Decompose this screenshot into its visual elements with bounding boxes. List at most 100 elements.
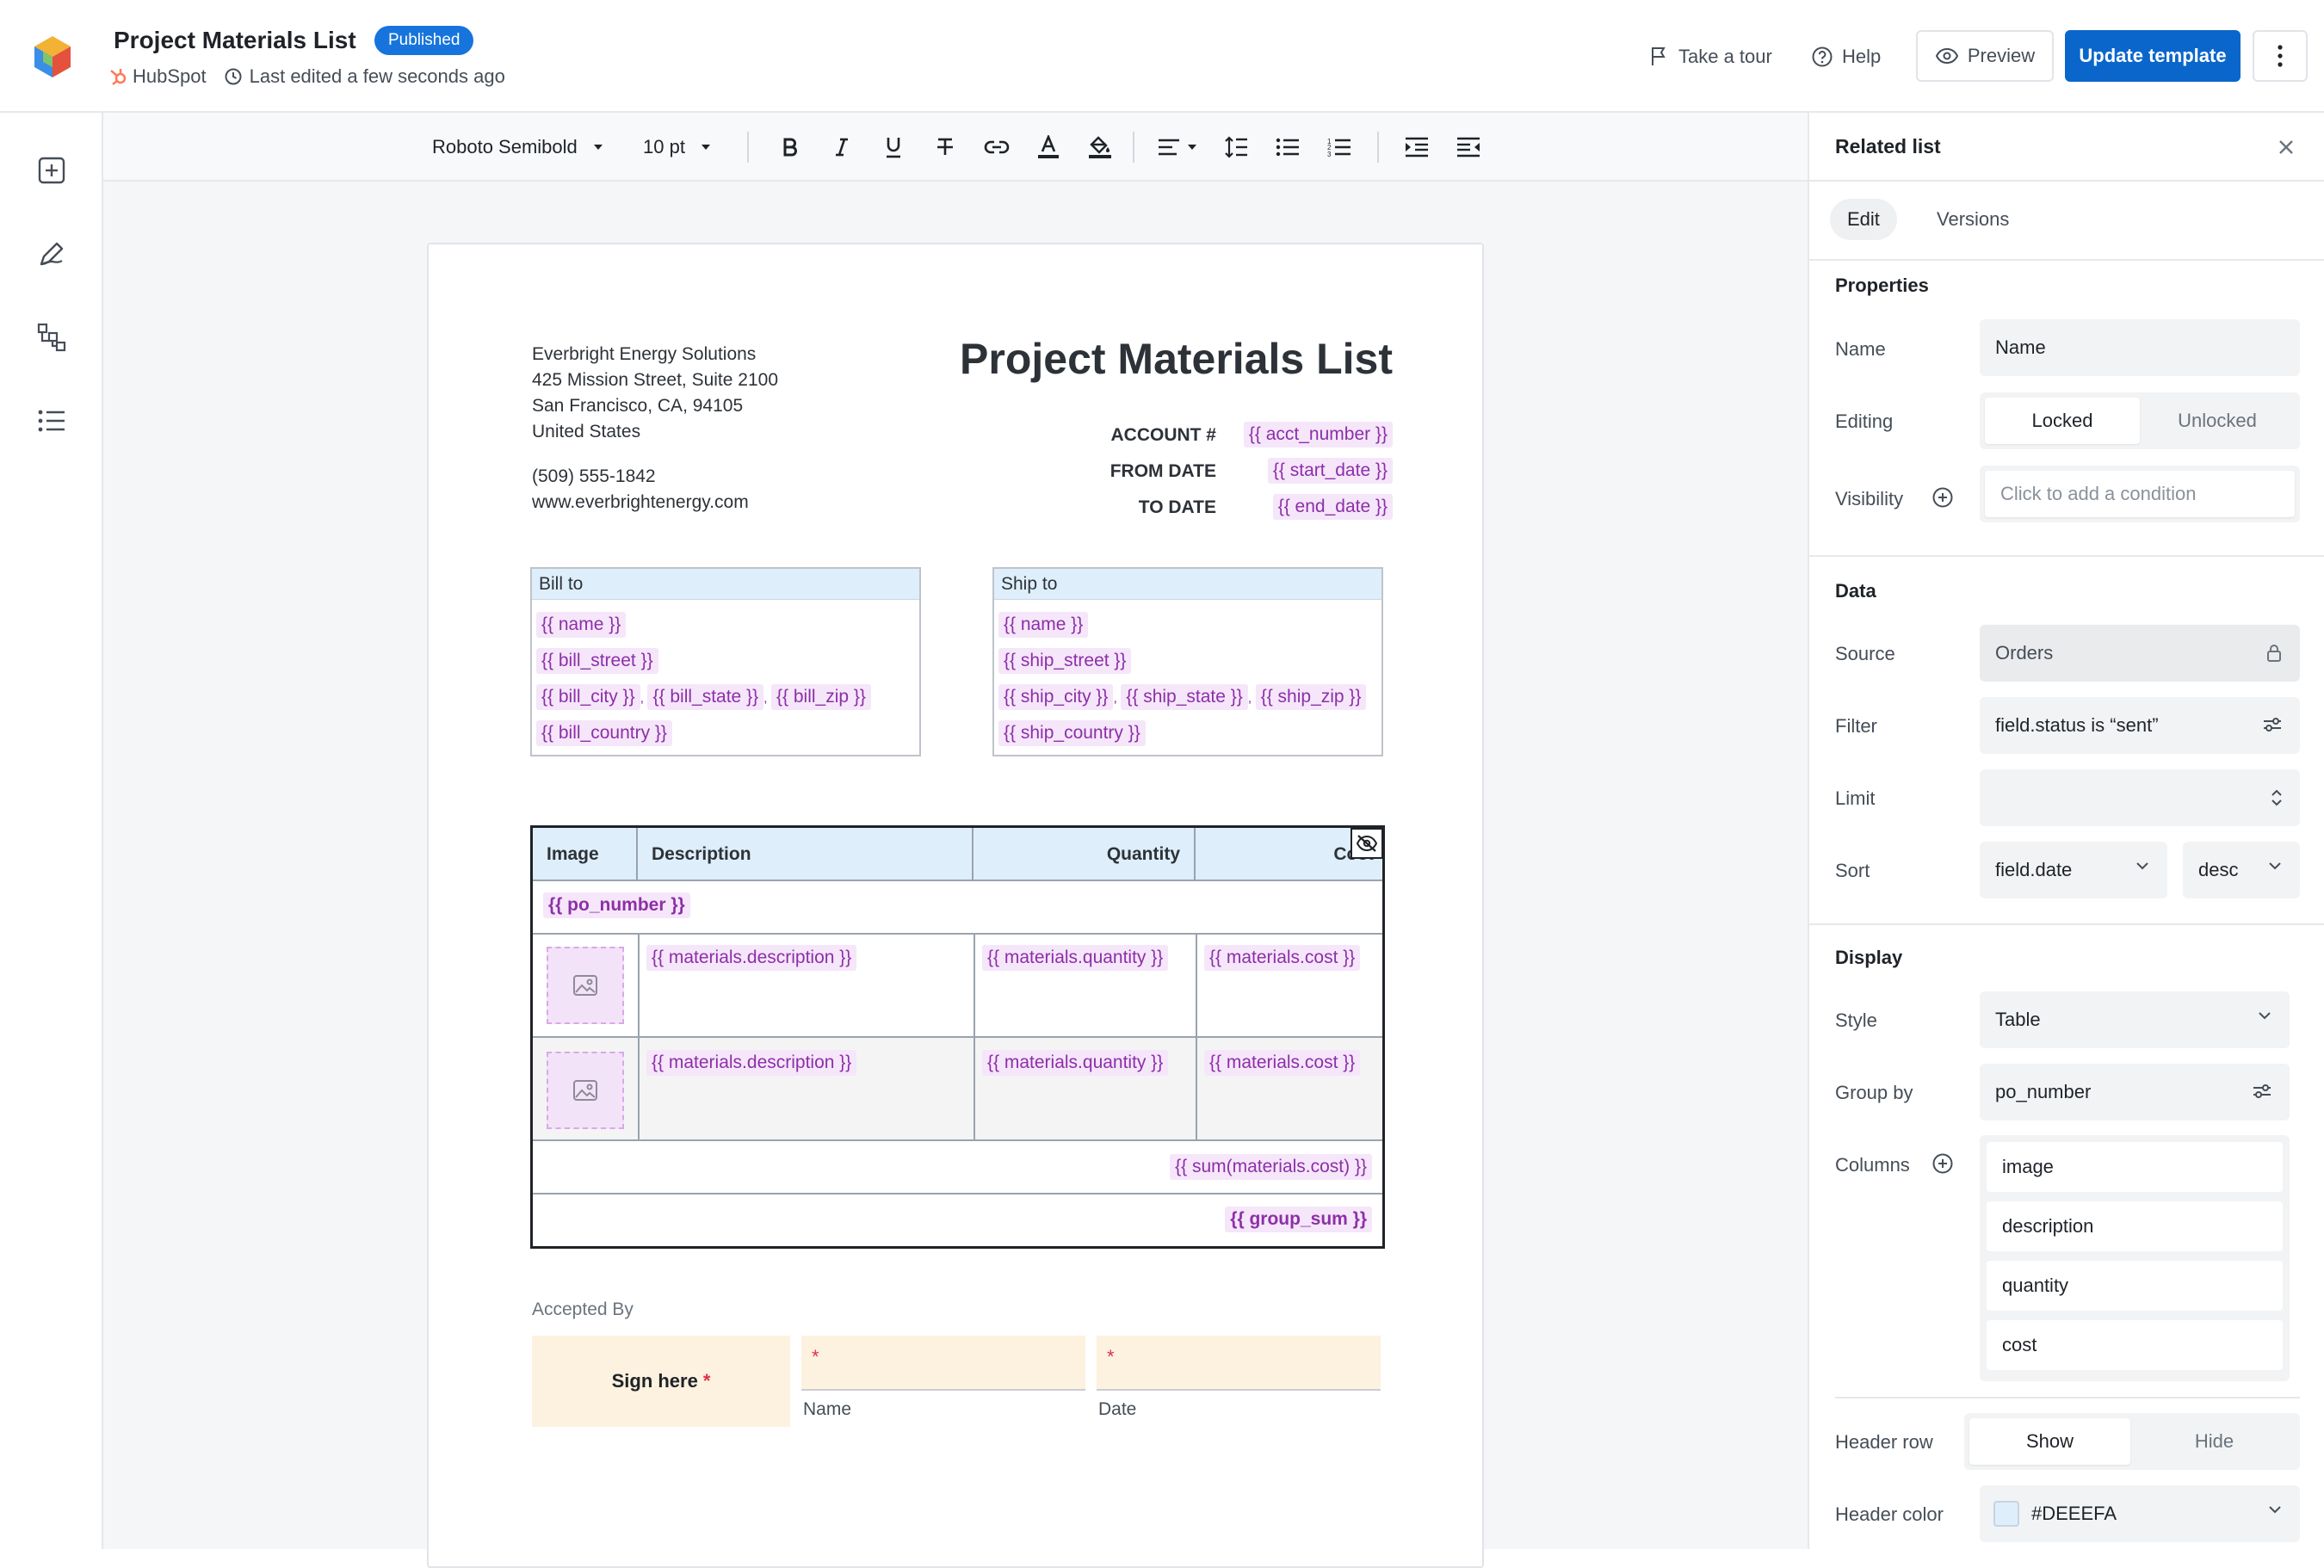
add-visibility-button[interactable] bbox=[1932, 486, 1954, 509]
ship-to-heading: Ship to bbox=[994, 569, 1381, 600]
font-size-select[interactable]: 10 pt bbox=[643, 132, 711, 163]
name-input[interactable]: Name bbox=[1980, 319, 2300, 376]
group-by-field[interactable]: po_number bbox=[1980, 1064, 2290, 1120]
eye-icon bbox=[1935, 47, 1958, 65]
text-color-button[interactable] bbox=[1033, 132, 1064, 163]
document-title[interactable]: Project Materials List bbox=[945, 334, 1393, 384]
merge-tag[interactable]: {{ materials.quantity }} bbox=[982, 945, 1169, 971]
merge-tag[interactable]: {{ materials.description }} bbox=[646, 1050, 857, 1076]
bill-to-box[interactable]: Bill to {{ name }} {{ bill_street }} {{ … bbox=[530, 567, 921, 756]
link-button[interactable] bbox=[981, 132, 1012, 163]
merge-tag[interactable]: {{ group_sum }} bbox=[1225, 1207, 1372, 1232]
chevron-down-icon bbox=[2267, 861, 2283, 871]
update-template-button[interactable]: Update template bbox=[2065, 30, 2241, 82]
add-block-button[interactable] bbox=[33, 151, 71, 189]
column-item-quantity[interactable]: quantity bbox=[1987, 1261, 2283, 1311]
header-color-value: #DEEEFA bbox=[2031, 1503, 2117, 1524]
header-row-hide-option[interactable]: Hide bbox=[2134, 1418, 2295, 1465]
filter-field[interactable]: field.status is “sent” bbox=[1980, 697, 2300, 754]
merge-tag[interactable]: {{ end_date }} bbox=[1272, 494, 1393, 520]
signature-field[interactable]: Sign here * bbox=[532, 1336, 790, 1427]
merge-tag[interactable]: {{ bill_zip }} bbox=[770, 684, 871, 710]
column-item-image[interactable]: image bbox=[1987, 1142, 2283, 1192]
image-placeholder[interactable] bbox=[547, 1052, 624, 1129]
chevron-down-icon bbox=[2267, 1504, 2283, 1515]
font-family-select[interactable]: Roboto Semibold bbox=[432, 132, 603, 163]
strikethrough-button[interactable] bbox=[930, 132, 961, 163]
merge-tag[interactable]: {{ materials.quantity }} bbox=[982, 1050, 1169, 1076]
merge-tag[interactable]: {{ sum(materials.cost) }} bbox=[1170, 1154, 1372, 1180]
hide-header-button[interactable] bbox=[1351, 828, 1382, 859]
tab-versions[interactable]: Versions bbox=[1919, 199, 2026, 240]
numbered-list-button[interactable]: 123 bbox=[1324, 132, 1355, 163]
align-select[interactable] bbox=[1153, 132, 1202, 163]
merge-tag[interactable]: {{ bill_city }} bbox=[536, 684, 640, 710]
highlight-color-button[interactable] bbox=[1085, 132, 1116, 163]
signer-name-field[interactable]: * bbox=[801, 1336, 1085, 1391]
column-item-cost[interactable]: cost bbox=[1987, 1320, 2283, 1370]
meta-from-date[interactable]: FROM DATE {{ start_date }} bbox=[962, 456, 1393, 485]
merge-tag[interactable]: {{ bill_state }} bbox=[647, 684, 764, 710]
merge-tag[interactable]: {{ acct_number }} bbox=[1243, 422, 1393, 448]
close-panel-button[interactable] bbox=[2274, 135, 2298, 159]
merge-tag[interactable]: {{ materials.cost }} bbox=[1204, 1050, 1361, 1076]
merge-tag[interactable]: {{ ship_city }} bbox=[998, 684, 1114, 710]
align-left-icon bbox=[1159, 139, 1179, 156]
header-color-select[interactable]: #DEEEFA bbox=[1980, 1485, 2300, 1542]
header-color-label: Header color bbox=[1835, 1503, 1944, 1525]
meta-to-date[interactable]: TO DATE {{ end_date }} bbox=[962, 492, 1393, 522]
visibility-condition-input[interactable]: Click to add a condition bbox=[1985, 471, 2295, 517]
line-height-button[interactable] bbox=[1221, 132, 1252, 163]
italic-button[interactable] bbox=[826, 132, 857, 163]
merge-tag[interactable]: {{ po_number }} bbox=[543, 892, 690, 918]
list-button[interactable] bbox=[33, 402, 71, 440]
column-header-image[interactable]: Image bbox=[533, 828, 638, 881]
column-item-description[interactable]: description bbox=[1987, 1201, 2283, 1251]
take-tour-button[interactable]: Take a tour bbox=[1647, 34, 1772, 79]
column-header-description[interactable]: Description bbox=[638, 828, 973, 881]
source-value: Orders bbox=[1995, 642, 2054, 664]
edit-button[interactable] bbox=[33, 235, 71, 273]
merge-tag[interactable]: {{ ship_street }} bbox=[998, 648, 1132, 674]
sign-date-field[interactable]: * bbox=[1097, 1336, 1381, 1391]
merge-tag[interactable]: {{ start_date }} bbox=[1267, 458, 1393, 484]
merge-tag[interactable]: {{ bill_street }} bbox=[536, 648, 658, 674]
outdent-button[interactable] bbox=[1453, 132, 1484, 163]
style-value: Table bbox=[1995, 1009, 2041, 1030]
company-name: Everbright Energy Solutions bbox=[532, 344, 757, 364]
image-placeholder[interactable] bbox=[547, 947, 624, 1024]
editing-toggle: Locked Unlocked bbox=[1980, 392, 2300, 449]
column-divider bbox=[973, 933, 975, 1141]
editing-locked-option[interactable]: Locked bbox=[1985, 398, 2140, 444]
merge-tag[interactable]: {{ name }} bbox=[536, 612, 627, 638]
tab-edit[interactable]: Edit bbox=[1830, 199, 1897, 240]
structure-button[interactable] bbox=[33, 318, 71, 356]
source-label: HubSpot bbox=[133, 65, 207, 87]
more-options-button[interactable] bbox=[2253, 30, 2308, 82]
add-column-button[interactable] bbox=[1932, 1152, 1954, 1175]
limit-stepper[interactable] bbox=[1980, 769, 2300, 826]
merge-tag[interactable]: {{ materials.description }} bbox=[646, 945, 857, 971]
merge-tag[interactable]: {{ ship_country }} bbox=[998, 720, 1146, 746]
help-button[interactable]: Help bbox=[1811, 34, 1881, 79]
style-select[interactable]: Table bbox=[1980, 991, 2290, 1048]
ship-to-box[interactable]: Ship to {{ name }} {{ ship_street }} {{ … bbox=[992, 567, 1383, 756]
header-row-show-option[interactable]: Show bbox=[1969, 1418, 2130, 1465]
editing-unlocked-option[interactable]: Unlocked bbox=[2140, 398, 2295, 444]
merge-tag[interactable]: {{ ship_state }} bbox=[1121, 684, 1248, 710]
bold-button[interactable] bbox=[775, 132, 806, 163]
underline-button[interactable] bbox=[878, 132, 909, 163]
meta-account[interactable]: ACCOUNT # {{ acct_number }} bbox=[962, 420, 1393, 449]
merge-tag[interactable]: {{ ship_zip }} bbox=[1255, 684, 1367, 710]
column-header-quantity[interactable]: Quantity bbox=[973, 828, 1196, 881]
preview-button[interactable]: Preview bbox=[1916, 30, 2054, 82]
related-list-table[interactable]: Image Description Quantity Cost {{ po_nu… bbox=[530, 825, 1385, 1249]
add-circle-icon bbox=[1932, 487, 1953, 508]
merge-tag[interactable]: {{ bill_country }} bbox=[536, 720, 672, 746]
sort-direction-select[interactable]: desc bbox=[2183, 842, 2300, 898]
sort-field-select[interactable]: field.date bbox=[1980, 842, 2167, 898]
bullet-list-button[interactable] bbox=[1272, 132, 1303, 163]
indent-button[interactable] bbox=[1401, 132, 1432, 163]
merge-tag[interactable]: {{ materials.cost }} bbox=[1204, 945, 1361, 971]
merge-tag[interactable]: {{ name }} bbox=[998, 612, 1089, 638]
